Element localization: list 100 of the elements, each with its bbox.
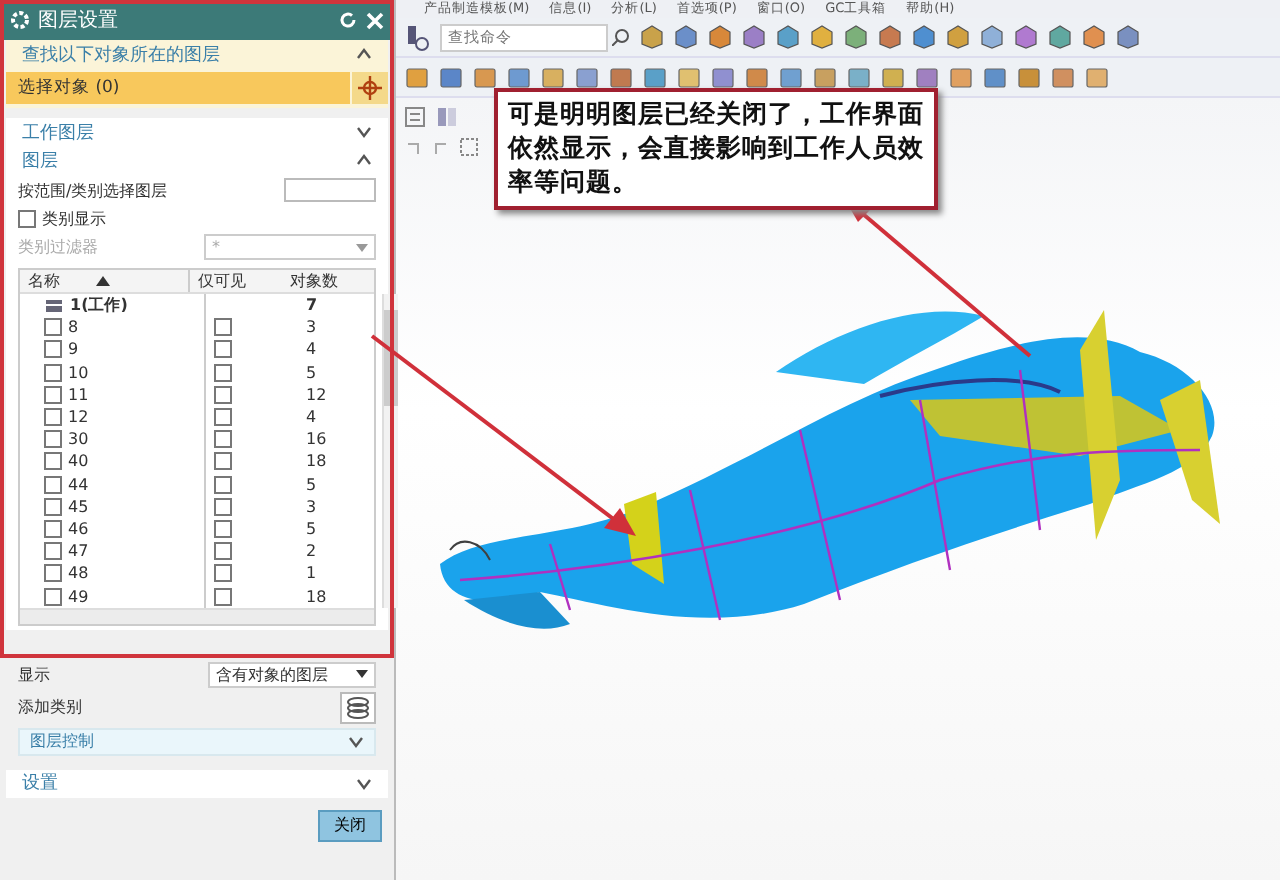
layer-name[interactable]: 45	[68, 497, 89, 516]
toolbar-icon[interactable]	[880, 64, 906, 90]
checkbox[interactable]	[214, 408, 232, 427]
checkbox[interactable]	[214, 519, 232, 538]
toolbar-icon[interactable]	[774, 24, 800, 50]
toolbar-icon[interactable]	[914, 64, 940, 90]
toolbar-icon[interactable]	[948, 64, 974, 90]
layer-name[interactable]: 49	[68, 587, 89, 606]
checkbox[interactable]	[44, 340, 62, 359]
section-header[interactable]: 查找以下对象所在的图层	[6, 40, 388, 68]
layer-name[interactable]: 9	[68, 340, 79, 359]
display-dropdown[interactable]: 含有对象的图层	[208, 661, 376, 688]
filter-label: 类别过滤器	[18, 236, 98, 258]
checkbox[interactable]	[18, 209, 36, 227]
toolbar-icon[interactable]	[608, 64, 634, 90]
toolbar-icon[interactable]	[910, 24, 936, 50]
checkbox[interactable]	[214, 475, 232, 494]
toolbar-icon[interactable]	[404, 64, 430, 90]
toolbar-icon[interactable]	[944, 24, 970, 50]
toolbar-icon[interactable]	[1050, 64, 1076, 90]
checkbox[interactable]	[214, 430, 232, 449]
toolbar-icon[interactable]	[574, 64, 600, 90]
toolbar-icon[interactable]	[402, 104, 428, 130]
box-select-icon[interactable]	[458, 136, 480, 158]
toolbar-icon[interactable]	[876, 24, 902, 50]
layer-name[interactable]: 11	[68, 385, 89, 404]
checkbox[interactable]	[44, 385, 62, 404]
checkbox[interactable]	[44, 497, 62, 516]
add-category-button[interactable]	[340, 691, 376, 724]
layer-name[interactable]: 47	[68, 542, 89, 561]
column-header[interactable]: 名称	[20, 270, 188, 292]
toolbar-icon[interactable]	[778, 64, 804, 90]
toolbar-icon[interactable]	[1046, 24, 1072, 50]
checkbox[interactable]	[214, 497, 232, 516]
object-count: 16	[306, 430, 327, 449]
checkbox[interactable]	[44, 452, 62, 471]
layer-name[interactable]: 1(工作)	[70, 294, 128, 317]
object-count: 4	[306, 340, 317, 359]
section-header[interactable]: 图层	[6, 146, 388, 174]
toolbar-icon[interactable]	[472, 64, 498, 90]
layer-name[interactable]: 40	[68, 452, 89, 471]
layer-name[interactable]: 48	[68, 564, 89, 583]
checkbox[interactable]	[44, 519, 62, 538]
toolbar-icon[interactable]	[706, 24, 732, 50]
checkbox[interactable]	[44, 430, 62, 449]
toolbar-icon[interactable]	[1080, 24, 1106, 50]
toolbar-icon[interactable]	[846, 64, 872, 90]
command-finder-icon[interactable]	[404, 23, 432, 51]
toolbar-icon[interactable]	[438, 64, 464, 90]
checkbox[interactable]	[214, 587, 232, 606]
checkbox[interactable]	[214, 340, 232, 359]
range-input-field[interactable]	[284, 178, 376, 202]
checkbox[interactable]	[214, 318, 232, 337]
reset-icon[interactable]	[338, 10, 358, 30]
select-object-field[interactable]: 选择对象 (0)	[6, 72, 350, 104]
checkbox[interactable]	[44, 587, 62, 606]
toolbar-icon[interactable]	[740, 24, 766, 50]
layer-name[interactable]: 8	[68, 318, 79, 337]
toolbar-icon[interactable]	[638, 24, 664, 50]
checkbox[interactable]	[44, 475, 62, 494]
toolbar-icon[interactable]	[978, 24, 1004, 50]
section-header[interactable]: 工作图层	[6, 118, 388, 146]
layer-name[interactable]: 10	[68, 363, 89, 382]
toolbar-icon[interactable]	[812, 64, 838, 90]
toolbar-icon[interactable]	[672, 24, 698, 50]
checkbox[interactable]	[214, 542, 232, 561]
checkbox[interactable]	[44, 318, 62, 337]
toolbar-icon[interactable]	[982, 64, 1008, 90]
toolbar-icon[interactable]	[676, 64, 702, 90]
close-icon[interactable]	[366, 11, 384, 29]
checkbox[interactable]	[214, 564, 232, 583]
toolbar-icon[interactable]	[808, 24, 834, 50]
scrollbar[interactable]	[20, 607, 374, 624]
column-header[interactable]: 对象数	[282, 270, 366, 292]
toolbar-icon[interactable]	[506, 64, 532, 90]
checkbox[interactable]	[44, 564, 62, 583]
checkbox[interactable]	[214, 452, 232, 471]
layer-name[interactable]: 30	[68, 430, 89, 449]
toolbar-icon[interactable]	[842, 24, 868, 50]
toolbar-icon[interactable]	[744, 64, 770, 90]
layer-name[interactable]: 46	[68, 519, 89, 538]
crosshair-button[interactable]	[352, 72, 388, 104]
checkbox[interactable]	[214, 363, 232, 382]
checkbox[interactable]	[44, 408, 62, 427]
toolbar-icon[interactable]	[1084, 64, 1110, 90]
toolbar-icon[interactable]	[540, 64, 566, 90]
toolbar-icon[interactable]	[642, 64, 668, 90]
close-button[interactable]: 关闭	[318, 809, 382, 842]
layer-name[interactable]: 44	[68, 475, 89, 494]
toolbar-icon[interactable]	[1016, 64, 1042, 90]
column-header[interactable]: 仅可见	[188, 270, 282, 292]
toolbar-icon[interactable]	[1114, 24, 1140, 50]
checkbox[interactable]	[44, 542, 62, 561]
layer-name[interactable]: 12	[68, 408, 89, 427]
toolbar-icon[interactable]	[710, 64, 736, 90]
section-header[interactable]: 设置	[6, 769, 388, 798]
checkbox[interactable]	[44, 363, 62, 382]
toolbar-icon[interactable]	[1012, 24, 1038, 50]
checkbox[interactable]	[214, 385, 232, 404]
section-header[interactable]: 图层控制	[18, 727, 376, 756]
